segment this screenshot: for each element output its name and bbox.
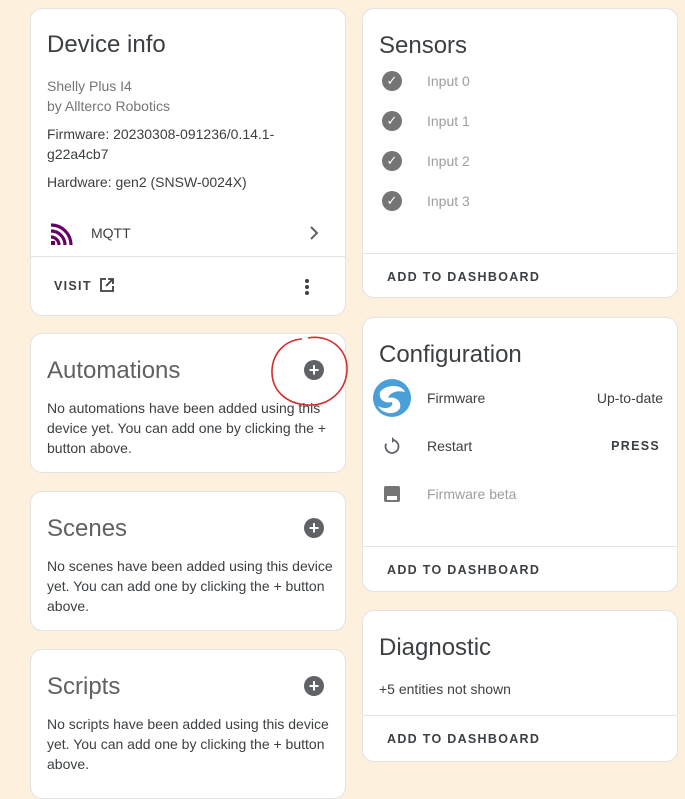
restart-icon <box>382 436 402 461</box>
sensor-label: Input 2 <box>427 153 470 169</box>
sensors-divider <box>363 253 677 254</box>
restart-label: Restart <box>427 438 473 454</box>
sensor-row[interactable]: ✓ Input 3 <box>363 189 679 213</box>
mqtt-logo-icon <box>49 221 75 247</box>
device-info-divider <box>31 256 345 257</box>
device-info-title: Device info <box>47 31 166 58</box>
sensor-row[interactable]: ✓ Input 2 <box>363 149 679 173</box>
sensor-row[interactable]: ✓ Input 0 <box>363 69 679 93</box>
scenes-card: Scenes + No scenes have been added using… <box>30 491 346 631</box>
diagnostic-card: Diagnostic +5 entities not shown ADD TO … <box>362 610 678 762</box>
press-button[interactable]: PRESS <box>611 439 660 453</box>
firmware-beta-row[interactable]: Firmware beta <box>363 482 679 506</box>
sensor-label: Input 3 <box>427 193 470 209</box>
device-info-card: Device info Shelly Plus I4 by Allterco R… <box>30 8 346 316</box>
chevron-right-icon <box>307 225 321 246</box>
scripts-title: Scripts <box>47 673 121 700</box>
open-in-new-icon <box>99 277 115 298</box>
sensors-card: Sensors ✓ Input 0 ✓ Input 1 ✓ Input 2 ✓ … <box>362 8 678 298</box>
device-model: Shelly Plus I4 <box>47 78 132 94</box>
configuration-card: Configuration Firmware Up-to-date Restar… <box>362 317 678 592</box>
firmware-row[interactable]: Firmware Up-to-date <box>363 378 679 418</box>
sensor-label: Input 1 <box>427 113 470 129</box>
scripts-card: Scripts + No scripts have been added usi… <box>30 649 346 799</box>
device-manufacturer: by Allterco Robotics <box>47 98 170 114</box>
automations-empty-line2: device yet. You can add one by clicking … <box>47 420 327 436</box>
sensors-title: Sensors <box>379 32 468 59</box>
firmware-info-line1: Firmware: 20230308-091236/0.14.1- <box>47 126 275 142</box>
more-vert-icon[interactable] <box>303 277 311 297</box>
scripts-empty-line1: No scripts have been added using this de… <box>47 716 329 732</box>
sensor-label: Input 0 <box>427 73 470 89</box>
mqtt-label: MQTT <box>91 225 131 241</box>
scenes-empty-line1: No scenes have been added using this dev… <box>47 558 333 574</box>
annotation-circle <box>271 336 348 406</box>
configuration-title: Configuration <box>379 341 522 368</box>
configuration-divider <box>363 546 677 547</box>
firmware-state: Up-to-date <box>596 390 663 406</box>
scenes-empty-line3: above. <box>47 598 90 614</box>
sensor-row[interactable]: ✓ Input 1 <box>363 109 679 133</box>
diagnostic-title: Diagnostic <box>379 634 492 661</box>
mqtt-integration-row[interactable]: MQTT <box>31 215 347 251</box>
add-script-button[interactable]: + <box>304 676 324 696</box>
scripts-empty-line2: yet. You can add one by clicking the + b… <box>47 736 325 752</box>
shelly-logo-icon <box>372 378 412 418</box>
scripts-empty-line3: above. <box>47 756 90 772</box>
memory-icon <box>383 485 401 508</box>
restart-row: Restart PRESS <box>363 434 679 458</box>
hardware-info: Hardware: gen2 (SNSW-0024X) <box>47 174 247 190</box>
diagnostic-divider <box>363 715 677 716</box>
automations-empty-line3: button above. <box>47 440 132 456</box>
check-circle-icon: ✓ <box>382 191 402 211</box>
scenes-title: Scenes <box>47 515 128 542</box>
automations-title: Automations <box>47 357 181 384</box>
visit-label: VISIT <box>54 279 92 293</box>
check-circle-icon: ✓ <box>382 111 402 131</box>
configuration-add-to-dashboard-button[interactable]: ADD TO DASHBOARD <box>387 563 540 577</box>
add-scene-button[interactable]: + <box>304 518 324 538</box>
diagnostic-add-to-dashboard-button[interactable]: ADD TO DASHBOARD <box>387 732 540 746</box>
hidden-entities-link[interactable]: +5 entities not shown <box>379 679 511 699</box>
firmware-info-line2: g22a4cb7 <box>47 146 109 162</box>
check-circle-icon: ✓ <box>382 71 402 91</box>
scenes-empty-line2: yet. You can add one by clicking the + b… <box>47 578 325 594</box>
firmware-beta-label: Firmware beta <box>427 486 517 502</box>
sensors-add-to-dashboard-button[interactable]: ADD TO DASHBOARD <box>387 270 540 284</box>
firmware-label: Firmware <box>427 390 486 406</box>
check-circle-icon: ✓ <box>382 151 402 171</box>
